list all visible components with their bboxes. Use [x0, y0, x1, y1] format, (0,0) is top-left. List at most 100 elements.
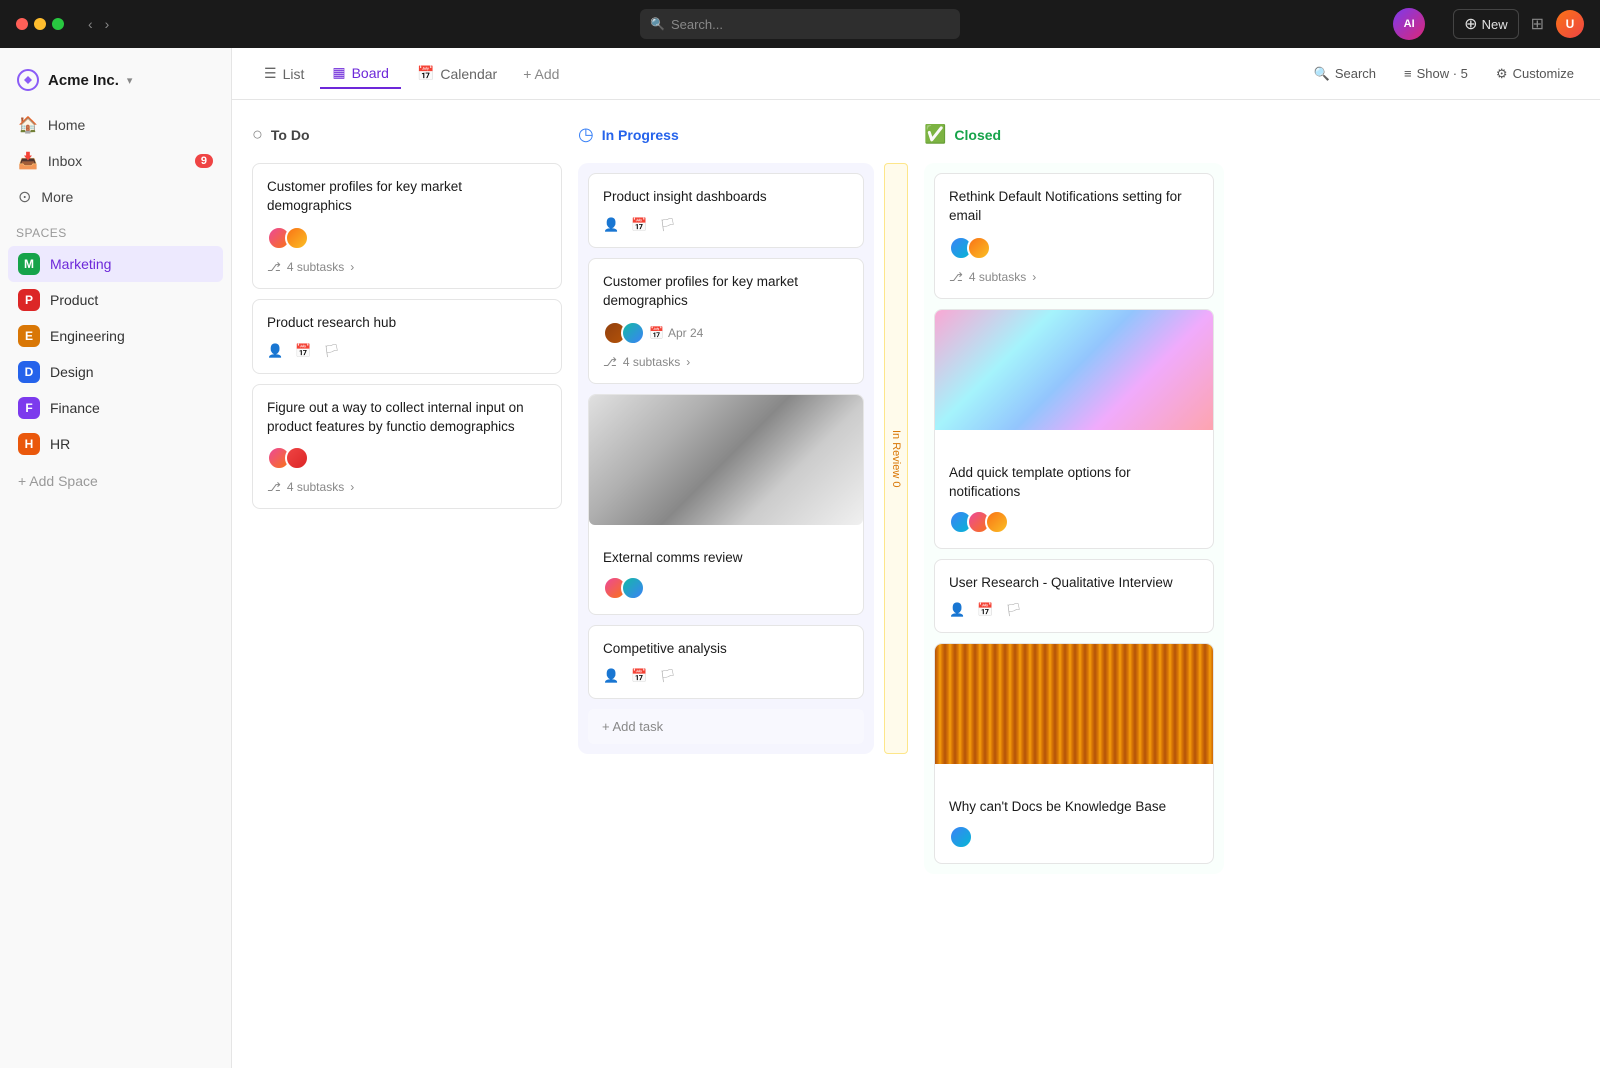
inprogress-column-bg: Product insight dashboards 👤 📅 🏳 Custome… — [578, 163, 874, 754]
spaces-label: Spaces — [0, 214, 231, 246]
add-task-label: + Add task — [602, 719, 663, 734]
card-image — [589, 395, 863, 525]
new-button[interactable]: ⊕ New — [1453, 9, 1518, 39]
card-title: Product research hub — [267, 314, 547, 333]
subtask-chevron-icon: › — [350, 480, 354, 494]
subtask-count: 4 subtasks — [969, 270, 1026, 284]
card-meta-row: 📅 Apr 24 — [603, 321, 849, 345]
date-value: Apr 24 — [668, 326, 703, 340]
card-meta: 👤 📅 🏳 — [603, 668, 849, 684]
card-docs-knowledge-base[interactable]: Why can't Docs be Knowledge Base — [934, 643, 1214, 864]
subtasks-row[interactable]: ⎇ 4 subtasks › — [267, 260, 547, 274]
column-closed-header: ✅ Closed — [924, 120, 1224, 153]
flag-icon: 🏳 — [323, 343, 340, 359]
sidebar-item-home[interactable]: 🏠 Home — [8, 108, 223, 142]
card-customer-profiles-todo[interactable]: Customer profiles for key market demogra… — [252, 163, 562, 289]
card-title: User Research - Qualitative Interview — [949, 574, 1199, 593]
subtasks-row[interactable]: ⎇ 4 subtasks › — [267, 480, 547, 494]
close-window-button[interactable] — [16, 18, 28, 30]
in-review-tab[interactable]: In Review 0 — [884, 163, 908, 754]
subtask-chevron-icon: › — [686, 355, 690, 369]
card-avatars — [949, 825, 1199, 849]
user-avatar[interactable]: U — [1556, 10, 1584, 38]
add-view-button[interactable]: + Add — [513, 60, 569, 88]
card-title: Figure out a way to collect internal inp… — [267, 399, 547, 437]
inprogress-title: In Progress — [602, 127, 679, 143]
inprogress-status-icon: ◷ — [578, 124, 594, 145]
engineering-dot: E — [18, 325, 40, 347]
card-product-insight-dashboards[interactable]: Product insight dashboards 👤 📅 🏳 — [588, 173, 864, 248]
workspace-chevron-icon: ▾ — [127, 74, 133, 87]
todo-title: To Do — [271, 127, 310, 143]
assignee-icon: 👤 — [949, 602, 965, 618]
customize-button[interactable]: ⚙ Customize — [1490, 62, 1580, 86]
column-inprogress-header: ◷ In Progress — [578, 120, 888, 153]
card-title: Rethink Default Notifications setting fo… — [949, 188, 1199, 226]
grid-icon[interactable]: ⊞ — [1531, 14, 1544, 34]
card-competitive-analysis[interactable]: Competitive analysis 👤 📅 🏳 — [588, 625, 864, 700]
sidebar-more-label: More — [41, 189, 73, 205]
sidebar-item-engineering[interactable]: E Engineering — [8, 318, 223, 354]
date-icon: 📅 — [631, 668, 647, 684]
assignee-icon: 👤 — [603, 668, 619, 684]
subtasks-row[interactable]: ⎇ 4 subtasks › — [603, 355, 849, 369]
card-rethink-notifications[interactable]: Rethink Default Notifications setting fo… — [934, 173, 1214, 299]
sidebar-item-design[interactable]: D Design — [8, 354, 223, 390]
card-avatars — [603, 576, 849, 600]
forward-arrow[interactable]: › — [101, 14, 114, 34]
sidebar-item-finance[interactable]: F Finance — [8, 390, 223, 426]
tab-list[interactable]: ☰ List — [252, 59, 316, 88]
sidebar-logo — [16, 68, 40, 92]
sidebar-item-more[interactable]: ⊙ More — [8, 180, 223, 214]
maximize-window-button[interactable] — [52, 18, 64, 30]
card-collect-internal-input[interactable]: Figure out a way to collect internal inp… — [252, 384, 562, 510]
card-product-research-hub[interactable]: Product research hub 👤 📅 🏳 — [252, 299, 562, 374]
subtask-icon: ⎇ — [267, 260, 281, 274]
card-title: Add quick template options for notificat… — [949, 464, 1199, 502]
search-button[interactable]: 🔍 Search — [1308, 62, 1382, 86]
card-quick-template-options[interactable]: Add quick template options for notificat… — [934, 309, 1214, 549]
subtask-chevron-icon: › — [1032, 270, 1036, 284]
global-search-bar[interactable]: 🔍 Search... — [640, 9, 960, 39]
sidebar-item-hr[interactable]: H HR — [8, 426, 223, 462]
calendar-icon: 📅 — [417, 65, 434, 82]
marketing-dot: M — [18, 253, 40, 275]
show-button[interactable]: ≡ Show · 5 — [1398, 62, 1474, 85]
product-dot: P — [18, 289, 40, 311]
subtasks-row[interactable]: ⎇ 4 subtasks › — [949, 270, 1199, 284]
sidebar-item-product[interactable]: P Product — [8, 282, 223, 318]
column-inprogress: ◷ In Progress Product insight dashboards… — [578, 120, 908, 1048]
board-area: ○ To Do Customer profiles for key market… — [232, 100, 1600, 1068]
design-dot: D — [18, 361, 40, 383]
card-title: Why can't Docs be Knowledge Base — [949, 798, 1199, 817]
sub-header: ☰ List ▦ Board 📅 Calendar + Add 🔍 Search — [232, 48, 1600, 100]
card-customer-profiles-inprogress[interactable]: Customer profiles for key market demogra… — [588, 258, 864, 384]
sidebar-header[interactable]: Acme Inc. ▾ — [0, 60, 231, 108]
date-icon: 📅 — [977, 602, 993, 618]
list-icon: ☰ — [264, 65, 277, 82]
add-task-button[interactable]: + Add task — [588, 709, 864, 744]
card-user-research-qualitative[interactable]: User Research - Qualitative Interview 👤 … — [934, 559, 1214, 634]
column-closed: ✅ Closed Rethink Default Notifications s… — [924, 120, 1224, 1048]
sidebar-item-inbox[interactable]: 📥 Inbox 9 — [8, 144, 223, 178]
tab-calendar[interactable]: 📅 Calendar — [405, 59, 509, 88]
sidebar-item-marketing[interactable]: M Marketing — [8, 246, 223, 282]
subtask-icon: ⎇ — [949, 270, 963, 284]
card-avatars — [949, 236, 1199, 260]
inprogress-cards: Product insight dashboards 👤 📅 🏳 Custome… — [578, 163, 874, 754]
card-external-comms-review[interactable]: External comms review — [588, 394, 864, 615]
tab-board[interactable]: ▦ Board — [320, 58, 401, 89]
plus-icon: ⊕ — [1464, 14, 1477, 34]
design-label: Design — [50, 364, 94, 380]
add-space-button[interactable]: + Add Space — [0, 466, 231, 496]
assignee-icon: 👤 — [267, 343, 283, 359]
minimize-window-button[interactable] — [34, 18, 46, 30]
closed-status-icon: ✅ — [924, 124, 946, 145]
add-view-label: + Add — [523, 66, 559, 82]
avatar — [985, 510, 1009, 534]
flag-icon: 🏳 — [1005, 602, 1022, 618]
sidebar: Acme Inc. ▾ 🏠 Home 📥 Inbox 9 ⊙ More Spac… — [0, 48, 232, 1068]
subtask-chevron-icon: › — [350, 260, 354, 274]
back-arrow[interactable]: ‹ — [84, 14, 97, 34]
ai-badge[interactable]: AI — [1393, 8, 1425, 40]
